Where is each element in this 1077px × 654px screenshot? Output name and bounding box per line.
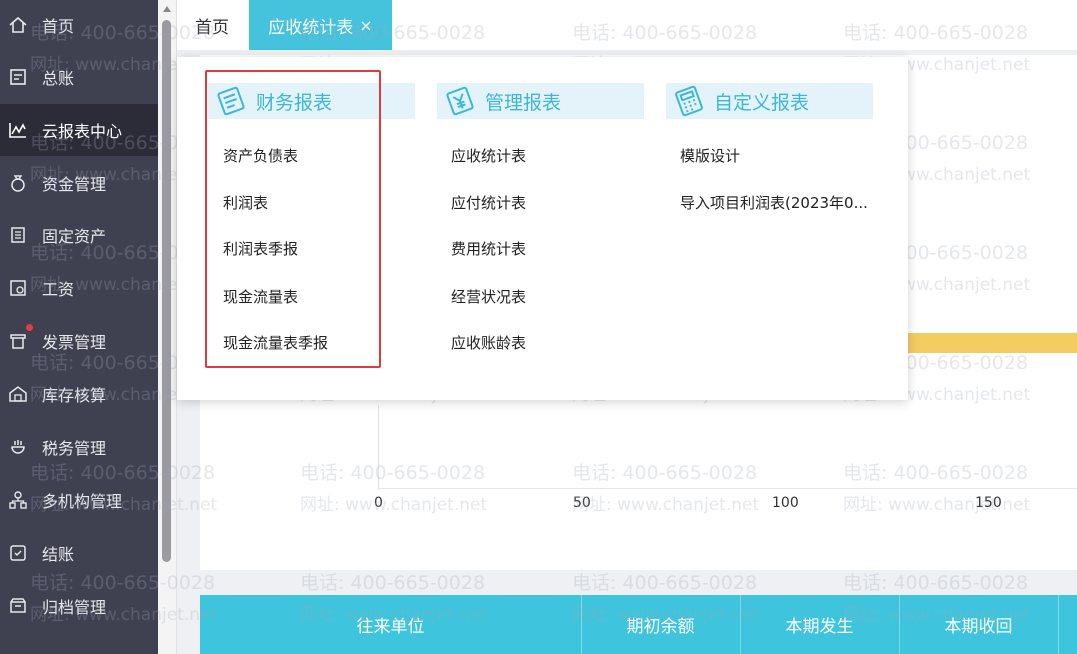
watermark-site: 网址: www.chanjet.net [30,495,218,515]
watermark-phone: 电话: 400-665-0028 [30,572,216,594]
watermark-phone: 电话: 400-665-0028 [30,462,216,484]
highlight-box [205,70,381,368]
checkout-icon [8,543,28,563]
invoice-icon [8,331,28,351]
salary-icon [8,278,28,298]
watermark-phone: 电话: 400-665-0028 [30,22,216,44]
scroll-up-arrow-icon[interactable] [163,6,171,12]
menu-item-receivable-stats[interactable]: 应收统计表 [451,145,526,166]
category-label: 管理报表 [485,91,562,114]
org-icon [8,490,28,510]
watermark-phone: 电话: 400-665-0028 [843,462,1029,484]
watermark-site: 网址: www.chanjet.net [572,605,760,625]
sidebar-item-label: 结账 [42,545,75,564]
home-icon [8,15,28,35]
menu-item-receivable-aging[interactable]: 应收账龄表 [451,332,526,353]
money-bag-icon [8,173,28,193]
menu-item-import-project-profit[interactable]: 导入项目利润表(2023年0... [680,192,868,213]
menu-item-expense-stats[interactable]: 费用统计表 [451,238,526,259]
notification-badge [26,324,33,331]
watermark-phone: 电话: 400-665-0028 [572,22,758,44]
archive-icon [8,596,28,616]
category-label: 自定义报表 [714,91,810,114]
category-custom-report: 自定义报表 [666,83,873,119]
tax-icon [8,437,28,457]
chart-icon [8,120,28,140]
menu-item-template-design[interactable]: 模版设计 [680,145,740,166]
ledger-icon [8,67,28,87]
category-management-report: 管理报表 [437,83,644,119]
chart-x-axis [378,488,1077,489]
watermark-site: 网址: www.chanjet.net [30,605,218,625]
watermark-site: 网址: www.chanjet.net [843,605,1031,625]
custom-report-icon [675,85,703,117]
watermark-phone: 电话: 400-665-0028 [572,462,758,484]
management-report-icon [446,86,474,116]
sidebar-item-label: 税务管理 [42,439,107,458]
watermark-site: 网址: www.chanjet.net [572,495,760,515]
asset-icon [8,225,28,245]
watermark-site: 网址: www.chanjet.net [300,605,488,625]
watermark-phone: 电话: 400-665-0028 [843,572,1029,594]
watermark-site: 网址: www.chanjet.net [843,495,1031,515]
watermark-phone: 电话: 400-665-0028 [300,572,486,594]
watermark-site: 网址: www.chanjet.net [300,495,488,515]
watermark-phone: 电话: 400-665-0028 [843,22,1029,44]
menu-item-operating-status[interactable]: 经营状况表 [451,286,526,307]
watermark-phone: 电话: 400-665-0028 [300,22,486,44]
watermark-phone: 电话: 400-665-0028 [572,572,758,594]
warehouse-icon [8,384,28,404]
watermark-phone: 电话: 400-665-0028 [300,462,486,484]
sidebar: 首页 总账 云报表中心 资金管理 固定资产 工资 发票管理 库存核算 税务管理 … [0,0,158,654]
x-tick: 100 [772,495,799,511]
menu-item-payable-stats[interactable]: 应付统计表 [451,192,526,213]
